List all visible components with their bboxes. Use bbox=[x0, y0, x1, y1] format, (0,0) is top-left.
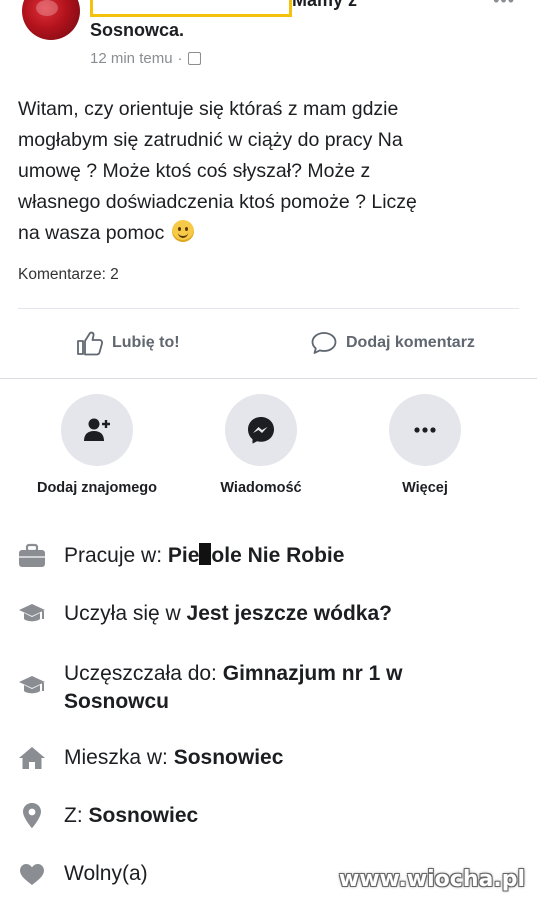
audience-icon bbox=[187, 52, 201, 65]
post-timestamp[interactable]: 12 min temu bbox=[90, 50, 173, 67]
lives-value[interactable]: Sosnowiec bbox=[174, 746, 284, 769]
add-friend-circle bbox=[61, 394, 133, 466]
more-label: Więcej bbox=[402, 480, 448, 496]
lives-label: Mieszka w: bbox=[64, 746, 168, 769]
add-friend-icon bbox=[84, 418, 110, 441]
relationship-status: Wolny(a) bbox=[64, 862, 148, 885]
message-circle bbox=[225, 394, 297, 466]
author-avatar[interactable] bbox=[22, 0, 80, 40]
post-meta: 12 min temu · bbox=[90, 50, 201, 67]
info-studied: Uczyła się w Jest jeszcze wódka? bbox=[14, 600, 484, 628]
comment-label: Dodaj komentarz bbox=[346, 334, 475, 351]
section-separator bbox=[0, 378, 537, 379]
more-button[interactable]: Więcej bbox=[340, 394, 510, 496]
post-text-line: mogłabym się zatrudnić w ciąży do pracy … bbox=[18, 129, 403, 151]
like-button[interactable]: Lubię to! bbox=[76, 330, 180, 356]
smile-emoji-icon bbox=[171, 220, 194, 242]
info-from: Z: Sosnowiec bbox=[14, 802, 484, 830]
thumbs-up-icon bbox=[77, 331, 104, 356]
message-button[interactable]: Wiadomość bbox=[176, 394, 346, 496]
attended-label: Uczęszczała do: bbox=[64, 662, 217, 685]
more-circle bbox=[389, 394, 461, 466]
author-name-tail[interactable]: Mamy z bbox=[292, 0, 357, 11]
more-dots-icon bbox=[414, 427, 436, 433]
watermark: www.wiocha.pl bbox=[338, 867, 525, 892]
post-text: Witam, czy orientuje się któraś z mam gd… bbox=[18, 94, 518, 249]
post-text-line: na wasza pomoc bbox=[18, 222, 165, 244]
comment-button[interactable]: Dodaj komentarz bbox=[310, 330, 475, 356]
group-post: Mamy z ••• Sosnowca. 12 min temu · Witam… bbox=[0, 0, 537, 378]
comment-icon bbox=[311, 332, 337, 354]
info-lives: Mieszka w: Sosnowiec bbox=[14, 744, 484, 772]
redacted-author-name bbox=[90, 0, 292, 17]
graduation-cap-icon bbox=[19, 604, 45, 622]
heart-icon bbox=[20, 864, 44, 885]
graduation-cap-icon bbox=[19, 676, 45, 694]
post-text-line: własnego doświadczenia ktoś pomoże ? Lic… bbox=[18, 191, 417, 213]
post-menu-icon[interactable]: ••• bbox=[493, 0, 515, 11]
studied-value[interactable]: Jest jeszcze wódka? bbox=[187, 602, 392, 625]
divider bbox=[18, 308, 519, 309]
post-text-line: Witam, czy orientuje się któraś z mam gd… bbox=[18, 98, 399, 120]
censor-block bbox=[199, 543, 212, 565]
info-attended: Uczęszczała do: Gimnazjum nr 1 w Sosnowc… bbox=[14, 660, 484, 716]
briefcase-icon bbox=[19, 543, 45, 567]
work-label: Pracuje w: bbox=[64, 544, 163, 567]
work-value[interactable]: Pie ole Nie Robie bbox=[168, 543, 344, 567]
from-label: Z: bbox=[64, 804, 83, 827]
add-friend-button[interactable]: Dodaj znajomego bbox=[12, 394, 182, 496]
messenger-icon bbox=[248, 417, 274, 444]
home-icon bbox=[19, 747, 45, 769]
like-label: Lubię to! bbox=[112, 334, 180, 351]
comments-count[interactable]: Komentarze: 2 bbox=[18, 266, 119, 284]
info-work: Pracuje w: Pie ole Nie Robie bbox=[14, 542, 484, 570]
from-value[interactable]: Sosnowiec bbox=[89, 804, 199, 827]
add-friend-label: Dodaj znajomego bbox=[36, 480, 158, 496]
location-pin-icon bbox=[23, 803, 41, 829]
message-label: Wiadomość bbox=[220, 480, 302, 496]
profile-actions: Dodaj znajomego Wiadomość Więcej bbox=[0, 380, 537, 505]
group-name[interactable]: Sosnowca. bbox=[90, 20, 184, 41]
studied-label: Uczyła się w bbox=[64, 602, 181, 625]
post-text-line: umowę ? Może ktoś coś słyszał? Może z bbox=[18, 160, 371, 182]
